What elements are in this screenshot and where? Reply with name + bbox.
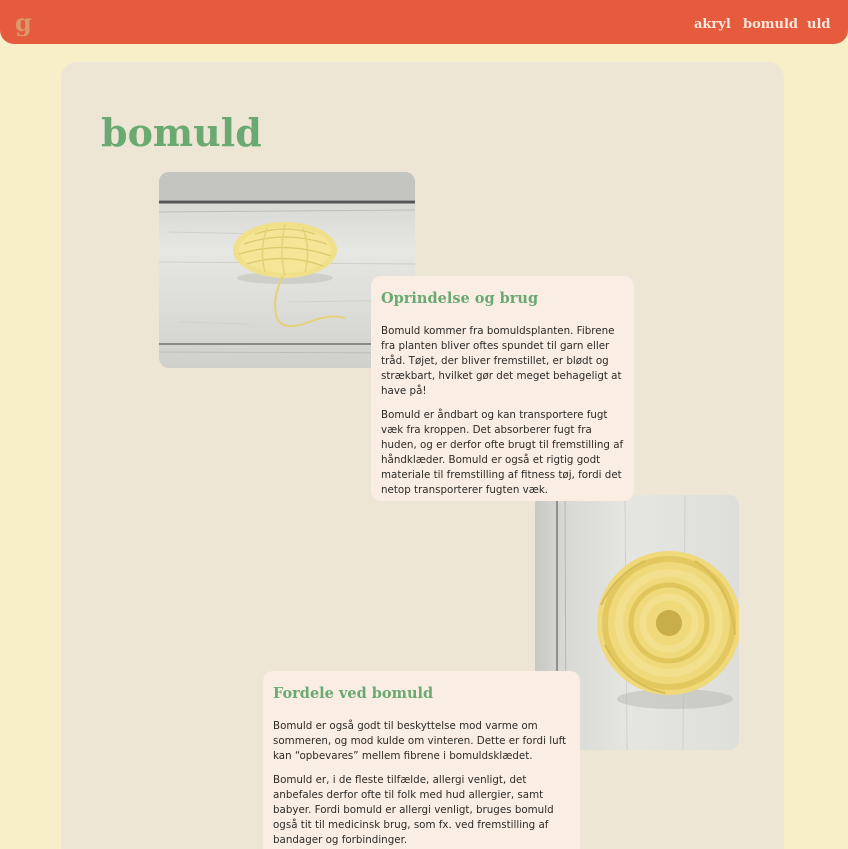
section-paragraph: Bomuld er, i de fleste tilfælde, allergi… (273, 774, 554, 846)
section-card-origin: Oprindelse og brug Bomuld kommer fra bom… (371, 276, 634, 501)
nav-link-bomuld[interactable]: bomuld (743, 17, 798, 32)
site-logo[interactable]: g (15, 8, 32, 37)
nav-link-akryl[interactable]: akryl (694, 17, 731, 32)
section-heading: Fordele ved bomuld (273, 685, 434, 702)
section-paragraph: Bomuld er også godt til beskyttelse mod … (273, 720, 567, 762)
section-paragraph: Bomuld kommer fra bomuldsplanten. Fibren… (381, 325, 622, 397)
page-title: bomuld (101, 110, 262, 155)
section-heading: Oprindelse og brug (381, 290, 539, 307)
section-card-benefits: Fordele ved bomuld Bomuld er også godt t… (263, 671, 580, 849)
nav-link-uld[interactable]: uld (807, 17, 830, 32)
top-navbar: g akryl bomuld uld (0, 0, 848, 44)
section-paragraph: Bomuld er åndbart og kan transportere fu… (381, 409, 624, 496)
